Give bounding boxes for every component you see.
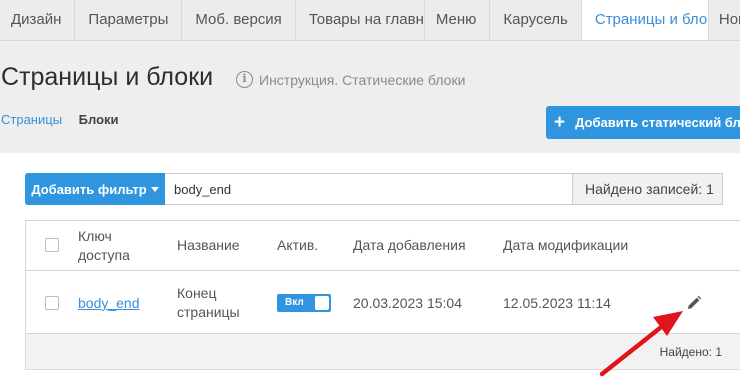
annotation-arrow (599, 311, 683, 377)
